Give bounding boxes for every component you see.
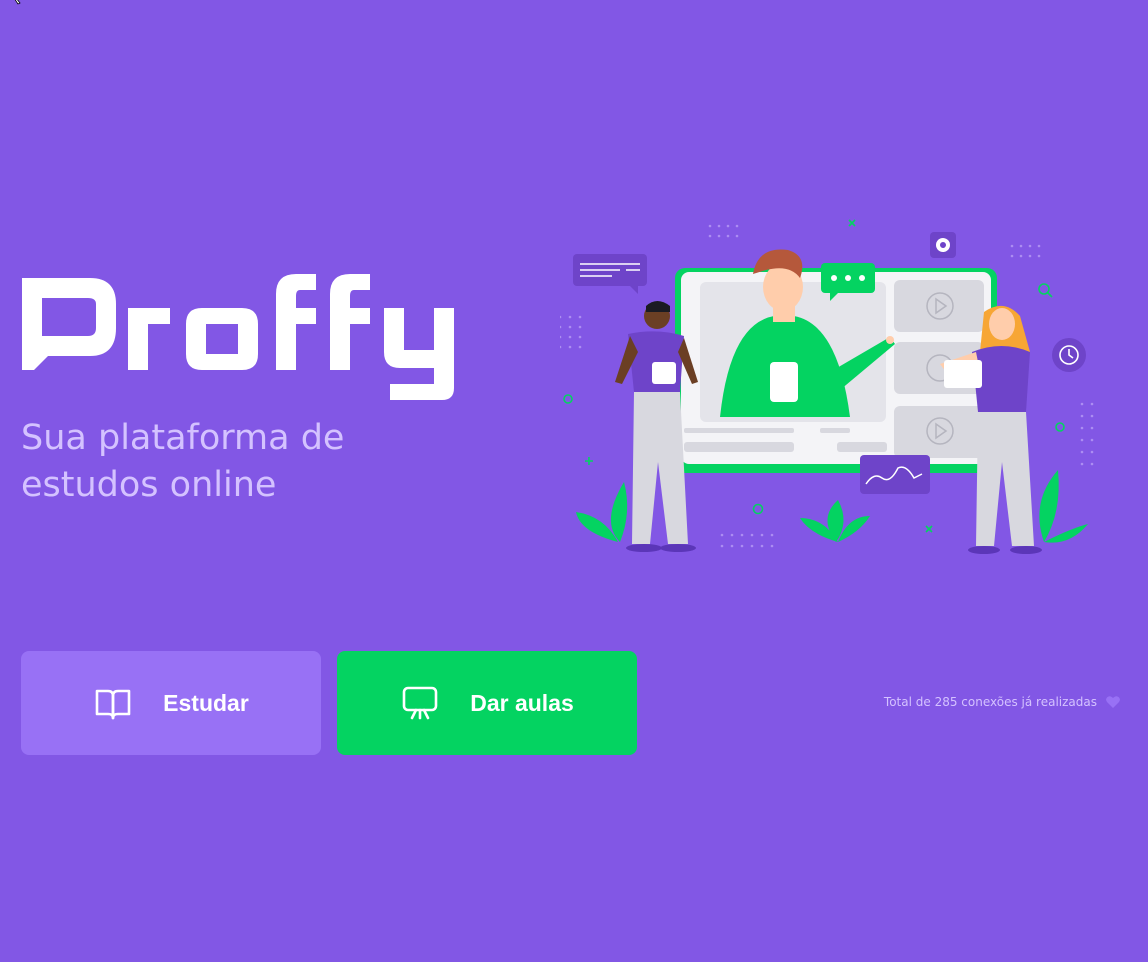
give-classes-button-label: Dar aulas [470,689,574,716]
total-connections-text: Total de 285 conexões já realizadas [883,695,1097,709]
heart-icon [1105,694,1121,710]
tagline-line-2: estudos online [21,465,277,505]
open-book-icon [93,683,133,723]
study-button-label: Estudar [163,689,249,716]
give-classes-button[interactable]: Dar aulas [337,651,637,755]
tagline-line-1: Sua plataforma de [21,418,345,458]
mouse-cursor-icon [14,0,21,5]
study-button[interactable]: Estudar [21,651,321,755]
hero-illustration [560,219,1094,554]
tagline: Sua plataforma de estudos online [21,415,441,509]
total-connections: Total de 285 conexões já realizadas [884,694,1121,710]
presentation-board-icon [400,683,440,723]
proffy-logo [22,274,454,400]
